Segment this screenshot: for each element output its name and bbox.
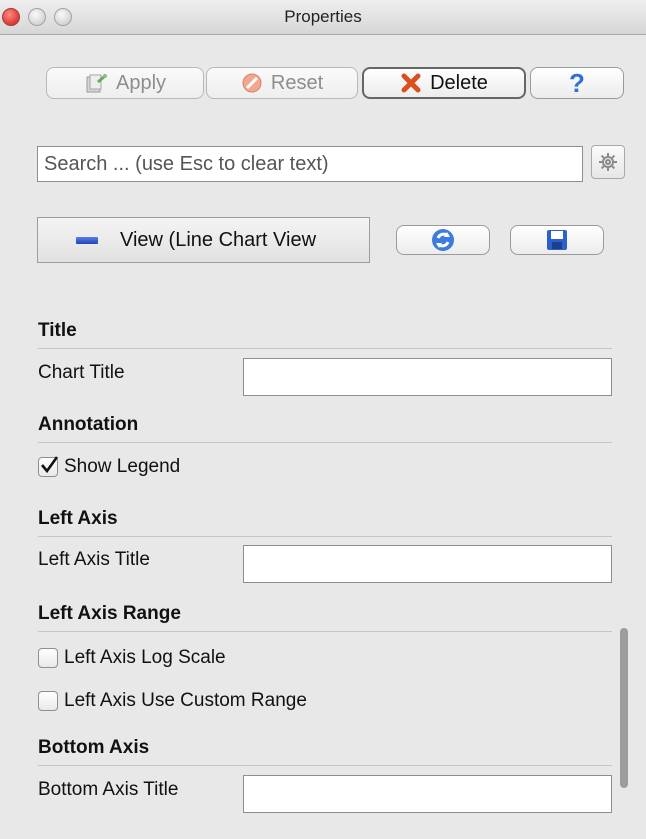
window-title: Properties bbox=[284, 7, 362, 26]
scrollbar-thumb[interactable] bbox=[620, 628, 628, 788]
section-left-axis: Left Axis bbox=[38, 508, 612, 537]
bottom-axis-title-input[interactable] bbox=[243, 775, 612, 813]
section-left-axis-range: Left Axis Range bbox=[38, 603, 612, 632]
left-axis-custom-range-checkbox[interactable]: Left Axis Use Custom Range bbox=[38, 690, 307, 712]
help-button[interactable]: ? bbox=[530, 67, 624, 99]
show-legend-checkbox[interactable]: Show Legend bbox=[38, 456, 180, 478]
view-selector-button[interactable]: View (Line Chart View bbox=[37, 217, 370, 263]
save-button[interactable] bbox=[510, 225, 604, 255]
apply-label: Apply bbox=[115, 71, 167, 94]
chart-title-label: Chart Title bbox=[38, 362, 125, 383]
left-axis-title-label: Left Axis Title bbox=[38, 549, 150, 570]
refresh-button[interactable] bbox=[396, 225, 490, 255]
reset-label: Reset bbox=[270, 71, 324, 94]
section-bottom-axis: Bottom Axis bbox=[38, 737, 612, 766]
left-axis-log-scale-check-box[interactable] bbox=[38, 648, 58, 668]
save-icon bbox=[545, 228, 569, 252]
left-axis-title-input[interactable] bbox=[243, 545, 612, 583]
left-axis-custom-range-check-box[interactable] bbox=[38, 691, 58, 711]
reset-button[interactable]: Reset bbox=[206, 67, 358, 99]
section-annotation: Annotation bbox=[38, 414, 612, 443]
left-axis-custom-range-label: Left Axis Use Custom Range bbox=[64, 690, 307, 711]
apply-button[interactable]: Apply bbox=[46, 67, 204, 99]
chart-title-input[interactable] bbox=[243, 358, 612, 396]
search-input[interactable] bbox=[37, 146, 583, 182]
refresh-icon bbox=[430, 227, 456, 253]
delete-label: Delete bbox=[430, 71, 488, 94]
title-bar: Properties bbox=[0, 0, 646, 35]
line-series-icon bbox=[76, 236, 98, 244]
show-legend-label: Show Legend bbox=[64, 456, 181, 477]
apply-icon bbox=[84, 72, 108, 94]
checkmark-icon bbox=[41, 456, 59, 474]
help-icon: ? bbox=[569, 67, 585, 98]
section-title: Title bbox=[38, 320, 612, 349]
show-legend-check-box[interactable] bbox=[38, 456, 59, 477]
delete-button[interactable]: Delete bbox=[362, 67, 526, 99]
gear-icon bbox=[597, 151, 619, 173]
left-axis-log-scale-label: Left Axis Log Scale bbox=[64, 647, 226, 668]
view-selector-label: View (Line Chart View bbox=[120, 228, 317, 251]
gear-button[interactable] bbox=[591, 145, 625, 179]
delete-icon bbox=[400, 72, 422, 94]
left-axis-log-scale-checkbox[interactable]: Left Axis Log Scale bbox=[38, 647, 226, 669]
reset-icon bbox=[241, 72, 263, 94]
bottom-axis-title-label: Bottom Axis Title bbox=[38, 779, 179, 800]
